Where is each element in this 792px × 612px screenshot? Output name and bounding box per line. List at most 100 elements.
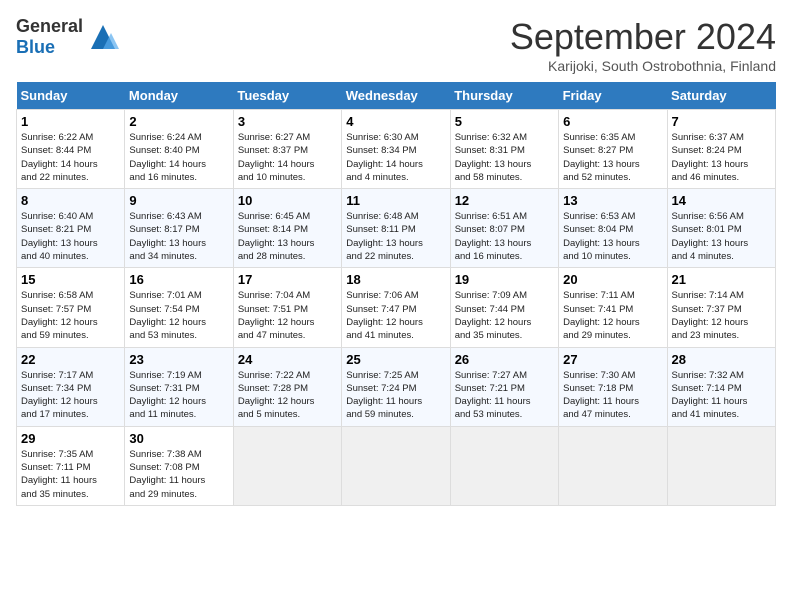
- calendar-cell: 13 Sunrise: 6:53 AM Sunset: 8:04 PM Dayli…: [559, 189, 667, 268]
- day-info: Sunrise: 7:04 AM Sunset: 7:51 PM Dayligh…: [238, 289, 337, 342]
- calendar-cell: 12 Sunrise: 6:51 AM Sunset: 8:07 PM Dayli…: [450, 189, 558, 268]
- day-number: 19: [455, 272, 554, 287]
- day-info: Sunrise: 6:48 AM Sunset: 8:11 PM Dayligh…: [346, 210, 445, 263]
- day-number: 26: [455, 352, 554, 367]
- calendar-cell: 29 Sunrise: 7:35 AM Sunset: 7:11 PM Dayli…: [17, 426, 125, 505]
- calendar-cell: 10 Sunrise: 6:45 AM Sunset: 8:14 PM Dayli…: [233, 189, 341, 268]
- calendar-cell: [667, 426, 775, 505]
- calendar-cell: [450, 426, 558, 505]
- day-header-sunday: Sunday: [17, 82, 125, 110]
- day-info: Sunrise: 7:01 AM Sunset: 7:54 PM Dayligh…: [129, 289, 228, 342]
- calendar-cell: 24 Sunrise: 7:22 AM Sunset: 7:28 PM Dayli…: [233, 347, 341, 426]
- day-info: Sunrise: 7:25 AM Sunset: 7:24 PM Dayligh…: [346, 369, 445, 422]
- day-header-monday: Monday: [125, 82, 233, 110]
- day-number: 27: [563, 352, 662, 367]
- logo-general: General: [16, 16, 83, 36]
- calendar-week-3: 15 Sunrise: 6:58 AM Sunset: 7:57 PM Dayli…: [17, 268, 776, 347]
- logo-icon: [87, 21, 119, 53]
- day-info: Sunrise: 6:51 AM Sunset: 8:07 PM Dayligh…: [455, 210, 554, 263]
- calendar-cell: 26 Sunrise: 7:27 AM Sunset: 7:21 PM Dayli…: [450, 347, 558, 426]
- day-info: Sunrise: 7:19 AM Sunset: 7:31 PM Dayligh…: [129, 369, 228, 422]
- calendar-cell: 22 Sunrise: 7:17 AM Sunset: 7:34 PM Dayli…: [17, 347, 125, 426]
- day-number: 18: [346, 272, 445, 287]
- day-number: 13: [563, 193, 662, 208]
- day-header-friday: Friday: [559, 82, 667, 110]
- logo: General Blue: [16, 16, 119, 58]
- day-info: Sunrise: 7:06 AM Sunset: 7:47 PM Dayligh…: [346, 289, 445, 342]
- day-number: 30: [129, 431, 228, 446]
- day-number: 29: [21, 431, 120, 446]
- day-number: 1: [21, 114, 120, 129]
- day-number: 4: [346, 114, 445, 129]
- day-header-row: SundayMondayTuesdayWednesdayThursdayFrid…: [17, 82, 776, 110]
- day-info: Sunrise: 6:58 AM Sunset: 7:57 PM Dayligh…: [21, 289, 120, 342]
- day-info: Sunrise: 6:40 AM Sunset: 8:21 PM Dayligh…: [21, 210, 120, 263]
- calendar-week-5: 29 Sunrise: 7:35 AM Sunset: 7:11 PM Dayli…: [17, 426, 776, 505]
- day-info: Sunrise: 6:45 AM Sunset: 8:14 PM Dayligh…: [238, 210, 337, 263]
- calendar-week-4: 22 Sunrise: 7:17 AM Sunset: 7:34 PM Dayli…: [17, 347, 776, 426]
- calendar-cell: 7 Sunrise: 6:37 AM Sunset: 8:24 PM Daylig…: [667, 110, 775, 189]
- day-number: 8: [21, 193, 120, 208]
- day-number: 21: [672, 272, 771, 287]
- month-title: September 2024: [510, 16, 776, 58]
- day-info: Sunrise: 7:30 AM Sunset: 7:18 PM Dayligh…: [563, 369, 662, 422]
- day-info: Sunrise: 7:14 AM Sunset: 7:37 PM Dayligh…: [672, 289, 771, 342]
- day-number: 7: [672, 114, 771, 129]
- logo-text: General Blue: [16, 16, 83, 58]
- day-info: Sunrise: 7:17 AM Sunset: 7:34 PM Dayligh…: [21, 369, 120, 422]
- day-number: 2: [129, 114, 228, 129]
- day-info: Sunrise: 7:22 AM Sunset: 7:28 PM Dayligh…: [238, 369, 337, 422]
- day-header-saturday: Saturday: [667, 82, 775, 110]
- day-number: 24: [238, 352, 337, 367]
- day-header-wednesday: Wednesday: [342, 82, 450, 110]
- calendar-cell: 20 Sunrise: 7:11 AM Sunset: 7:41 PM Dayli…: [559, 268, 667, 347]
- logo-blue: Blue: [16, 37, 55, 57]
- calendar-cell: 17Sunrise: 7:04 AM Sunset: 7:51 PM Dayli…: [233, 268, 341, 347]
- day-info: Sunrise: 7:11 AM Sunset: 7:41 PM Dayligh…: [563, 289, 662, 342]
- calendar-cell: 18 Sunrise: 7:06 AM Sunset: 7:47 PM Dayli…: [342, 268, 450, 347]
- day-number: 5: [455, 114, 554, 129]
- day-number: 6: [563, 114, 662, 129]
- page-header: General Blue September 2024 Karijoki, So…: [16, 16, 776, 74]
- day-number: 14: [672, 193, 771, 208]
- day-info: Sunrise: 6:22 AM Sunset: 8:44 PM Dayligh…: [21, 131, 120, 184]
- title-section: September 2024 Karijoki, South Ostroboth…: [510, 16, 776, 74]
- day-number: 11: [346, 193, 445, 208]
- day-number: 9: [129, 193, 228, 208]
- day-number: 22: [21, 352, 120, 367]
- calendar-cell: 8 Sunrise: 6:40 AM Sunset: 8:21 PM Daylig…: [17, 189, 125, 268]
- day-info: Sunrise: 6:53 AM Sunset: 8:04 PM Dayligh…: [563, 210, 662, 263]
- calendar-cell: 11 Sunrise: 6:48 AM Sunset: 8:11 PM Dayli…: [342, 189, 450, 268]
- day-number: 3: [238, 114, 337, 129]
- day-info: Sunrise: 7:35 AM Sunset: 7:11 PM Dayligh…: [21, 448, 120, 501]
- calendar-cell: 30Sunrise: 7:38 AM Sunset: 7:08 PM Dayli…: [125, 426, 233, 505]
- calendar-week-1: 1 Sunrise: 6:22 AM Sunset: 8:44 PM Daylig…: [17, 110, 776, 189]
- calendar-week-2: 8 Sunrise: 6:40 AM Sunset: 8:21 PM Daylig…: [17, 189, 776, 268]
- day-number: 10: [238, 193, 337, 208]
- calendar-cell: 14Sunrise: 6:56 AM Sunset: 8:01 PM Dayli…: [667, 189, 775, 268]
- calendar-cell: 4 Sunrise: 6:30 AM Sunset: 8:34 PM Daylig…: [342, 110, 450, 189]
- calendar-cell: 3Sunrise: 6:27 AM Sunset: 8:37 PM Daylig…: [233, 110, 341, 189]
- calendar-cell: 15 Sunrise: 6:58 AM Sunset: 7:57 PM Dayli…: [17, 268, 125, 347]
- calendar-cell: 27 Sunrise: 7:30 AM Sunset: 7:18 PM Dayli…: [559, 347, 667, 426]
- calendar-cell: [233, 426, 341, 505]
- day-number: 23: [129, 352, 228, 367]
- day-number: 15: [21, 272, 120, 287]
- calendar-cell: 21 Sunrise: 7:14 AM Sunset: 7:37 PM Dayli…: [667, 268, 775, 347]
- day-header-tuesday: Tuesday: [233, 82, 341, 110]
- day-info: Sunrise: 7:09 AM Sunset: 7:44 PM Dayligh…: [455, 289, 554, 342]
- day-number: 12: [455, 193, 554, 208]
- day-number: 25: [346, 352, 445, 367]
- day-info: Sunrise: 7:32 AM Sunset: 7:14 PM Dayligh…: [672, 369, 771, 422]
- day-info: Sunrise: 6:37 AM Sunset: 8:24 PM Dayligh…: [672, 131, 771, 184]
- calendar-cell: 25 Sunrise: 7:25 AM Sunset: 7:24 PM Dayli…: [342, 347, 450, 426]
- location-subtitle: Karijoki, South Ostrobothnia, Finland: [510, 58, 776, 74]
- day-number: 16: [129, 272, 228, 287]
- day-info: Sunrise: 6:24 AM Sunset: 8:40 PM Dayligh…: [129, 131, 228, 184]
- calendar-cell: 19 Sunrise: 7:09 AM Sunset: 7:44 PM Dayli…: [450, 268, 558, 347]
- calendar-table: SundayMondayTuesdayWednesdayThursdayFrid…: [16, 82, 776, 506]
- calendar-cell: 1 Sunrise: 6:22 AM Sunset: 8:44 PM Daylig…: [17, 110, 125, 189]
- day-info: Sunrise: 7:27 AM Sunset: 7:21 PM Dayligh…: [455, 369, 554, 422]
- day-info: Sunrise: 6:30 AM Sunset: 8:34 PM Dayligh…: [346, 131, 445, 184]
- day-number: 20: [563, 272, 662, 287]
